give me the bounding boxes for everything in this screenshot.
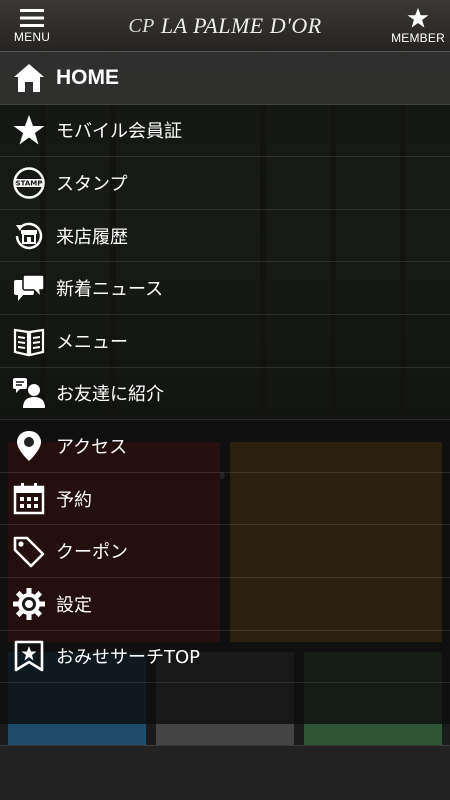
menu-item-news[interactable]: 新着ニュース	[0, 262, 450, 315]
member-button[interactable]: MEMBER	[386, 0, 450, 52]
menu-item-settings[interactable]: 設定	[0, 578, 450, 631]
gear-icon	[10, 585, 48, 623]
store-history-icon	[10, 217, 48, 255]
star-icon	[10, 111, 48, 149]
svg-text:STAMP: STAMP	[16, 180, 43, 188]
tag-icon	[10, 532, 48, 570]
menu-item-label: 設定	[56, 594, 92, 616]
menu-item-label: 来店履歴	[56, 226, 128, 248]
menu-item-label: スタンプ	[56, 173, 128, 195]
menu-item-member-card[interactable]: モバイル会員証	[0, 105, 450, 158]
menu-item-reservation[interactable]: 予約	[0, 473, 450, 526]
map-pin-icon	[10, 427, 48, 465]
logo-mark: CP	[128, 14, 155, 37]
menu-button[interactable]: MENU	[0, 0, 64, 52]
menu-item-access[interactable]: アクセス	[0, 420, 450, 473]
home-icon	[10, 59, 48, 97]
menu-item-label: お友達に紹介	[56, 384, 164, 406]
person-speech-icon	[10, 374, 48, 412]
menu-item-search-top[interactable]: おみせサーチTOP	[0, 631, 450, 684]
app-header: MENU CP LA PALME D'OR MEMBER	[0, 0, 450, 52]
menu-item-label: HOME	[56, 65, 119, 89]
menu-item-label: クーポン	[56, 542, 128, 564]
stamp-icon: STAMP	[10, 164, 48, 202]
app-logo-title: CP LA PALME D'OR	[64, 0, 386, 52]
bookmark-star-icon	[10, 637, 48, 675]
app-title: LA PALME D'OR	[160, 13, 322, 38]
menu-item-label: 予約	[56, 489, 92, 511]
book-icon	[10, 322, 48, 360]
menu-item-stamp[interactable]: STAMP スタンプ	[0, 157, 450, 210]
menu-label: MENU	[13, 30, 51, 44]
menu-item-label: アクセス	[56, 436, 128, 458]
menu-item-visit-history[interactable]: 来店履歴	[0, 210, 450, 263]
chat-bubbles-icon	[10, 269, 48, 307]
menu-item-label: 新着ニュース	[56, 279, 164, 301]
menu-item-label: おみせサーチTOP	[56, 647, 201, 669]
hamburger-icon	[20, 9, 44, 27]
menu-item-coupon[interactable]: クーポン	[0, 525, 450, 578]
menu-item-label: メニュー	[56, 331, 128, 353]
menu-item-label: モバイル会員証	[56, 121, 182, 143]
member-label: MEMBER	[391, 31, 445, 45]
bottom-tab-bar	[0, 745, 450, 800]
side-drawer-menu: HOME モバイル会員証 STAMP スタンプ 来店履歴 新着ニュース メニュー	[0, 52, 450, 724]
menu-item-refer-friend[interactable]: お友達に紹介	[0, 368, 450, 421]
menu-item-home[interactable]: HOME	[0, 52, 450, 105]
menu-item-menu[interactable]: メニュー	[0, 315, 450, 368]
star-icon	[407, 7, 429, 28]
calendar-icon	[10, 480, 48, 518]
